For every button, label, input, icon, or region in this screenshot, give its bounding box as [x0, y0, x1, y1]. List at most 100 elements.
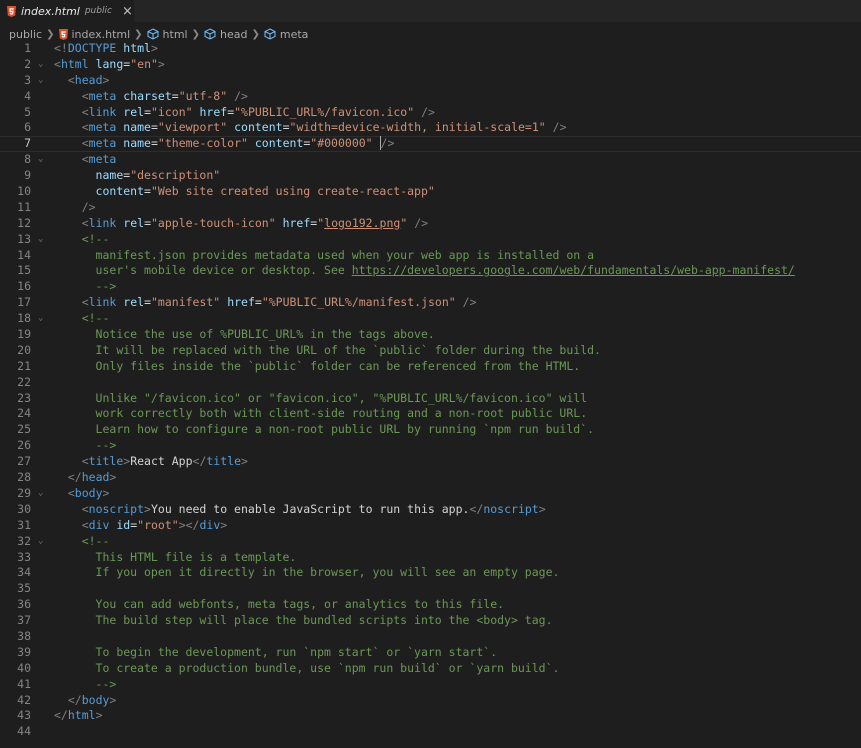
- code-line[interactable]: 24 work correctly both with client-side …: [0, 406, 861, 422]
- code-token: =: [150, 120, 158, 135]
- close-tab-icon[interactable]: ×: [122, 4, 133, 19]
- code-line[interactable]: 19 Notice the use of %PUBLIC_URL% in the…: [0, 327, 861, 343]
- fold-chevron-icon[interactable]: ⌄: [38, 534, 43, 550]
- code-token: https://developers.google.com/web/fundam…: [351, 263, 795, 278]
- editor-tab-index-html[interactable]: index.html public ×: [0, 0, 134, 22]
- code-line[interactable]: 12 <link rel="apple-touch-icon" href="lo…: [0, 216, 861, 232]
- code-line[interactable]: 1 <!DOCTYPE html>: [0, 41, 861, 57]
- code-token: </: [192, 454, 207, 469]
- fold-chevron-icon[interactable]: ⌄: [38, 57, 43, 73]
- chevron-right-icon: ❯: [191, 28, 200, 40]
- code-line[interactable]: 37 The build step will place the bundled…: [0, 613, 861, 629]
- code-line[interactable]: 3 ⌄ <head>: [0, 73, 861, 89]
- code-line[interactable]: 22: [0, 375, 861, 391]
- code-token: div: [199, 517, 221, 532]
- code-line[interactable]: 34 If you open it directly in the browse…: [0, 565, 861, 581]
- code-line[interactable]: 32 ⌄ <!--: [0, 534, 861, 550]
- code-token: To begin the development, run `npm start…: [95, 644, 498, 659]
- code-text: <!--: [54, 534, 110, 550]
- line-number: 42: [17, 692, 31, 707]
- fold-chevron-icon[interactable]: ⌄: [38, 73, 43, 89]
- code-line[interactable]: 5 <link rel="icon" href="%PUBLIC_URL%/fa…: [0, 105, 861, 121]
- line-number: 20: [17, 342, 31, 357]
- code-line[interactable]: 17 <link rel="manifest" href="%PUBLIC_UR…: [0, 295, 861, 311]
- line-number: 43: [17, 708, 31, 723]
- line-number: 7: [24, 136, 31, 151]
- code-editor[interactable]: 1 <!DOCTYPE html> 2 ⌄ <html lang="en"> 3 ⌄ <he…: [0, 41, 861, 740]
- code-line[interactable]: 42 </body>: [0, 693, 861, 709]
- code-token: link: [88, 295, 117, 310]
- code-line[interactable]: 36 You can add webfonts, meta tags, or a…: [0, 597, 861, 613]
- fold-chevron-icon[interactable]: ⌄: [38, 311, 43, 327]
- code-token: "utf-8": [178, 88, 228, 103]
- breadcrumb-symbol-html[interactable]: html: [147, 28, 188, 41]
- code-token: "%PUBLIC_URL%/favicon.ico": [234, 104, 415, 119]
- code-line[interactable]: 4 <meta charset="utf-8" />: [0, 89, 861, 105]
- code-token: To create a production bundle, use `npm …: [95, 660, 560, 675]
- code-token: link: [88, 215, 117, 230]
- line-number: 41: [17, 676, 31, 691]
- code-token: title: [206, 454, 241, 469]
- code-line[interactable]: 29 ⌄ <body>: [0, 486, 861, 502]
- code-token: =: [282, 120, 290, 135]
- breadcrumb-folder-public[interactable]: public: [9, 28, 42, 41]
- code-line[interactable]: 15 user's mobile device or desktop. See …: [0, 263, 861, 279]
- code-line[interactable]: 33 This HTML file is a template.: [0, 550, 861, 566]
- code-line[interactable]: 43 </html>: [0, 708, 861, 724]
- code-line[interactable]: 20 It will be replaced with the URL of t…: [0, 343, 861, 359]
- code-line[interactable]: 26 -->: [0, 438, 861, 454]
- code-text: Unlike "/favicon.ico" or "favicon.ico", …: [54, 391, 588, 407]
- code-line[interactable]: 31 <div id="root"></div>: [0, 518, 861, 534]
- code-token: DOCTYPE: [67, 41, 117, 55]
- code-text: Only files inside the `public` folder ca…: [54, 359, 581, 375]
- code-line[interactable]: 2 ⌄ <html lang="en">: [0, 57, 861, 73]
- code-token: id: [116, 517, 131, 532]
- code-line[interactable]: 38: [0, 629, 861, 645]
- code-token: This HTML file is a template.: [95, 549, 297, 564]
- code-token: =: [144, 295, 151, 310]
- code-token: content: [234, 120, 283, 135]
- code-line[interactable]: 14 manifest.json provides metadata used …: [0, 248, 861, 264]
- code-token: </: [67, 692, 82, 707]
- code-token: <!: [54, 41, 68, 55]
- code-line[interactable]: 6 <meta name="viewport" content="width=d…: [0, 120, 861, 136]
- code-token: =: [144, 215, 151, 230]
- fold-chevron-icon[interactable]: ⌄: [38, 232, 43, 248]
- code-line[interactable]: 23 Unlike "/favicon.ico" or "favicon.ico…: [0, 391, 861, 407]
- fold-chevron-icon[interactable]: ⌄: [38, 152, 43, 168]
- code-text: -->: [54, 438, 117, 454]
- code-token: <: [81, 136, 89, 151]
- breadcrumb-file-index-html[interactable]: index.html: [58, 28, 130, 41]
- fold-chevron-icon[interactable]: ⌄: [38, 486, 43, 502]
- code-line[interactable]: 27 <title>React App</title>: [0, 454, 861, 470]
- code-line[interactable]: 9 name="description": [0, 168, 861, 184]
- code-line[interactable]: 28 </head>: [0, 470, 861, 486]
- code-line[interactable]: 18 ⌄ <!--: [0, 311, 861, 327]
- code-token: "en": [130, 56, 158, 71]
- code-line[interactable]: 21 Only files inside the `public` folder…: [0, 359, 861, 375]
- code-line[interactable]: 10 content="Web site created using creat…: [0, 184, 861, 200]
- code-line[interactable]: 11 />: [0, 200, 861, 216]
- code-token: <: [81, 88, 89, 103]
- line-number: 15: [17, 263, 31, 278]
- code-line[interactable]: 41 -->: [0, 677, 861, 693]
- breadcrumb-symbol-meta[interactable]: meta: [264, 28, 308, 41]
- code-token: =: [144, 104, 151, 119]
- line-number: 6: [24, 120, 31, 135]
- code-line[interactable]: 30 <noscript>You need to enable JavaScri…: [0, 502, 861, 518]
- breadcrumb-symbol-head[interactable]: head: [204, 28, 247, 41]
- chevron-right-icon: ❯: [46, 28, 55, 40]
- code-token: href: [199, 104, 228, 119]
- code-line[interactable]: 16 -->: [0, 279, 861, 295]
- code-line[interactable]: 8 ⌄ <meta: [0, 152, 861, 168]
- code-line[interactable]: 7 <meta name="theme-color" content="#000…: [0, 136, 861, 152]
- code-line[interactable]: 13 ⌄ <!--: [0, 232, 861, 248]
- code-line[interactable]: 35: [0, 581, 861, 597]
- code-line[interactable]: 44: [0, 724, 861, 740]
- code-line[interactable]: 25 Learn how to configure a non-root pub…: [0, 422, 861, 438]
- code-line[interactable]: 39 To begin the development, run `npm st…: [0, 645, 861, 661]
- code-token: <: [81, 295, 89, 310]
- code-line[interactable]: 40 To create a production bundle, use `n…: [0, 661, 861, 677]
- code-token: <: [81, 120, 89, 135]
- line-number: 14: [17, 247, 31, 262]
